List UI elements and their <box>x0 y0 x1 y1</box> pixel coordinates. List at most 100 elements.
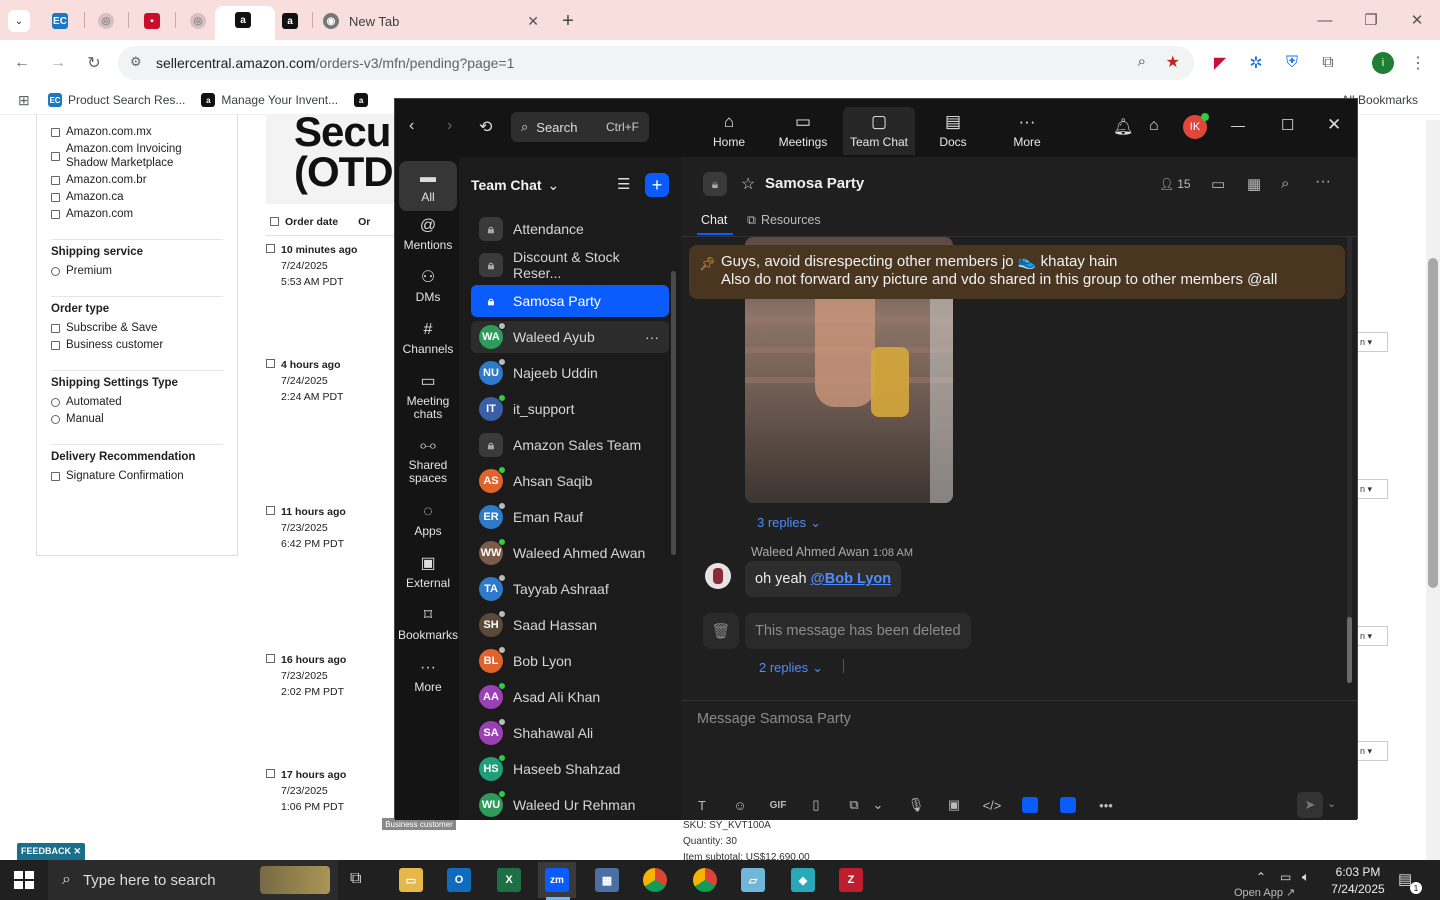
shield-extension-icon[interactable]: ⛨ <box>1278 49 1306 77</box>
left-nav-apps[interactable]: ◌ Apps <box>399 503 457 538</box>
checkbox-option[interactable]: Amazon.com.br <box>51 173 223 187</box>
chat-list-item[interactable]: 🔒︎ Samosa Party <box>471 285 669 317</box>
filezilla-app[interactable]: Z <box>832 862 870 898</box>
bookmark-manage-inventory[interactable]: a Manage Your Invent... <box>201 93 338 107</box>
screenshot-icon[interactable]: ⧉ <box>841 792 867 818</box>
windows-start-icon[interactable] <box>14 871 34 889</box>
left-nav-dms[interactable]: ⚇ DMs <box>399 269 457 304</box>
bookmark-product-search[interactable]: EC Product Search Res... <box>48 93 185 107</box>
new-chat-button[interactable]: + <box>645 173 669 197</box>
more-options-icon[interactable]: ··· <box>1315 173 1331 191</box>
notifications-bell-icon[interactable]: 🔔︎ <box>1113 117 1133 137</box>
tab-new-tab[interactable]: ◉ New Tab ✕ <box>313 6 549 36</box>
sender-avatar[interactable] <box>705 563 731 589</box>
checkbox-icon[interactable] <box>51 471 60 481</box>
left-nav-bookmarks[interactable]: ⌑ Bookmarks <box>398 607 458 642</box>
close-window-icon[interactable]: ✕ <box>1394 8 1440 32</box>
more-options-icon[interactable]: ··· <box>645 329 659 345</box>
chat-list-item[interactable]: WU Waleed Ur Rehman <box>471 789 669 821</box>
order-checkbox[interactable] <box>266 769 275 778</box>
pdf-extension-icon[interactable]: ◤ <box>1206 49 1234 77</box>
order-action-button[interactable]: n ▾ <box>1356 741 1388 761</box>
radio-icon[interactable] <box>51 266 60 276</box>
chat-list-item[interactable]: IT it_support <box>471 393 669 425</box>
chat-list-item[interactable]: 🔒︎ Amazon Sales Team <box>471 429 669 461</box>
order-checkbox[interactable] <box>266 506 275 515</box>
checkbox-icon[interactable] <box>51 175 60 185</box>
profile-avatar[interactable]: i <box>1372 52 1394 74</box>
checkbox-icon[interactable] <box>51 340 60 350</box>
radio-option[interactable]: Manual <box>51 412 223 426</box>
nav-home[interactable]: ⌂ Home <box>693 107 765 155</box>
gift-icon[interactable]: ⌂ <box>1149 117 1159 135</box>
bookmark-star-icon[interactable]: ★ <box>1166 52 1180 72</box>
checkbox-option[interactable]: Amazon.com <box>51 207 223 221</box>
tab-globe-1[interactable]: ◎ <box>90 6 122 36</box>
tray-chevron-icon[interactable]: ⌃ <box>1256 870 1266 884</box>
order-action-button[interactable]: n ▾ <box>1356 626 1388 646</box>
radio-option[interactable]: Automated <box>51 395 223 409</box>
chat-list-item[interactable]: ER Eman Rauf <box>471 501 669 533</box>
left-nav-mentions[interactable]: @ Mentions <box>399 217 457 252</box>
chat-list-title[interactable]: Team Chat ⌄ <box>471 177 559 194</box>
minimize-icon[interactable]: — <box>1231 117 1245 133</box>
apps-grid-icon[interactable]: ⊞ <box>18 92 38 109</box>
forward-icon[interactable]: → <box>44 49 72 77</box>
code-snippet-icon[interactable]: </> <box>979 792 1005 818</box>
tab-resources[interactable]: ⧉ Resources <box>747 213 821 228</box>
feedback-button[interactable]: FEEDBACK ✕ <box>17 843 85 860</box>
forward-arrow-icon[interactable]: › <box>447 117 452 135</box>
file-icon[interactable]: ▯ <box>803 792 829 818</box>
send-options-chevron-icon[interactable]: ⌄ <box>1327 797 1336 810</box>
task-view-icon[interactable]: ⧉ <box>350 870 361 888</box>
replies-link-1[interactable]: 3 replies ⌄ <box>757 515 821 531</box>
site-info-icon[interactable]: ⚙ <box>130 54 142 70</box>
checkbox-icon[interactable] <box>51 209 60 219</box>
chrome-app-2[interactable] <box>686 862 724 898</box>
notepad-app[interactable]: ▱ <box>734 862 772 898</box>
address-bar[interactable]: ⚙ sellercentral.amazon.com/orders-v3/mfn… <box>118 46 1194 80</box>
network-icon[interactable]: ▭ <box>1280 870 1291 884</box>
tab-ec[interactable]: EC <box>44 6 76 36</box>
chat-list-item[interactable]: 🔒︎ Discount & Stock Reser... <box>471 249 669 281</box>
left-nav-all[interactable]: ▬ All <box>399 161 457 211</box>
left-nav-more[interactable]: ··· More <box>399 659 457 694</box>
checkbox-option[interactable]: Subscribe & Save <box>51 321 223 335</box>
back-arrow-icon[interactable]: ‹ <box>409 117 414 135</box>
zoom-app[interactable]: zm <box>538 862 576 898</box>
taskbar-search-box[interactable]: ⌕ Type here to search <box>48 860 338 900</box>
history-icon[interactable]: ⟲ <box>479 117 492 137</box>
taskbar-clock[interactable]: 6:03 PM 7/24/2025 <box>1326 864 1390 898</box>
radio-option[interactable]: Premium <box>51 264 223 278</box>
video-call-icon[interactable]: ▭ <box>1211 175 1225 193</box>
select-all-checkbox[interactable] <box>270 217 279 226</box>
calendar-icon[interactable]: ▦ <box>1247 175 1261 193</box>
order-action-button[interactable]: n ▾ <box>1356 479 1388 499</box>
page-scrollbar-thumb[interactable] <box>1428 258 1438 588</box>
checkbox-option[interactable]: Amazon.com Invoicing Shadow Marketplace <box>51 142 223 170</box>
chat-list-item[interactable]: WW Waleed Ahmed Awan <box>471 537 669 569</box>
nav-meetings[interactable]: ▭ Meetings <box>767 107 839 155</box>
screenshot-options-chevron-icon[interactable]: ⌄ <box>865 792 891 818</box>
tab-amazon-active[interactable]: a <box>215 6 275 40</box>
app-icon-1[interactable] <box>1022 797 1038 813</box>
member-count-button[interactable]: 👤︎ 15 <box>1159 177 1191 191</box>
chat-list-item[interactable]: 🔒︎ Attendance <box>471 213 669 245</box>
message-input[interactable]: Message Samosa Party <box>697 711 851 727</box>
puzzle-extensions-icon[interactable]: ⧉ <box>1314 49 1342 77</box>
radio-icon[interactable] <box>51 397 60 407</box>
nav-more[interactable]: ··· More <box>991 107 1063 155</box>
chat-list-item[interactable]: AS Ahsan Saqib <box>471 465 669 497</box>
chat-list-item[interactable]: BL Bob Lyon <box>471 645 669 677</box>
chat-list-scrollbar[interactable] <box>671 271 676 555</box>
checkbox-option[interactable]: Amazon.com.mx <box>51 125 223 139</box>
zoom-search-box[interactable]: ⌕ Search Ctrl+F <box>511 112 649 142</box>
excel-app[interactable]: X <box>490 862 528 898</box>
microphone-icon[interactable]: 🎙 <box>903 792 929 818</box>
browser-menu-icon[interactable]: ⋮ <box>1404 49 1432 77</box>
radio-icon[interactable] <box>51 414 60 424</box>
chat-list-item[interactable]: WA Waleed Ayub ··· <box>471 321 669 353</box>
checkbox-icon[interactable] <box>51 127 60 137</box>
order-action-button[interactable]: n ▾ <box>1356 332 1388 352</box>
chat-list-item[interactable]: TA Tayyab Ashraaf <box>471 573 669 605</box>
